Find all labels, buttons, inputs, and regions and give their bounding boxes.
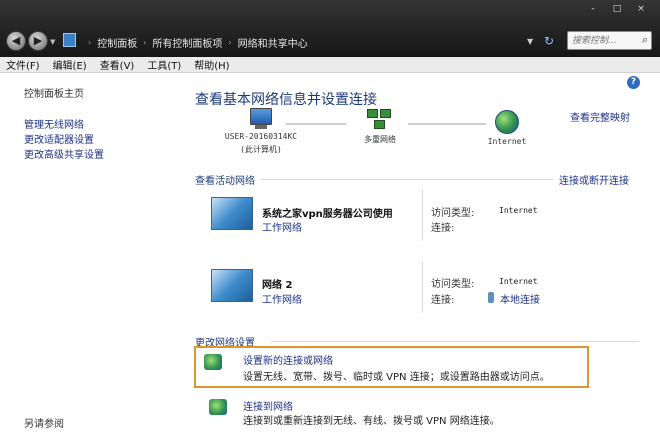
access-type-value: Internet xyxy=(499,206,538,215)
connection-label: 连接: xyxy=(431,223,455,234)
connect-network-link[interactable]: 连接到网络 xyxy=(243,398,293,413)
sidebar-advanced-sharing[interactable]: 更改高级共享设置 xyxy=(24,146,104,161)
sidebar: 控制面板主页 管理无线网络 更改适配器设置 更改高级共享设置 另请参阅 xyxy=(0,73,176,439)
close-button[interactable]: × xyxy=(630,2,652,16)
new-connection-desc: 设置无线、宽带、拨号、临时或 VPN 连接；或设置路由器或访问点。 xyxy=(243,372,550,383)
network-sharing-center-window: - □ × ◀ ▶ ▼ › 控制面板 › 所有控制面板项 › 网络和共享中心 ▼… xyxy=(0,0,660,439)
refresh-icon[interactable]: ↻ xyxy=(544,34,554,48)
network-type-link[interactable]: 工作网络 xyxy=(262,219,302,234)
computer-sub: (此计算机) xyxy=(240,145,282,154)
section-divider xyxy=(271,341,639,342)
search-input[interactable] xyxy=(572,34,634,47)
menu-file[interactable]: 文件(F) xyxy=(6,57,40,72)
maximize-button[interactable]: □ xyxy=(606,2,628,16)
computer-stand xyxy=(255,125,267,129)
sidebar-see-also: 另请参阅 xyxy=(24,419,64,430)
map-node-computer: USER-20160314KC (此计算机) xyxy=(216,108,306,155)
menu-tools[interactable]: 工具(T) xyxy=(147,57,181,72)
multiple-networks-icon xyxy=(367,109,393,131)
connect-network-icon xyxy=(209,399,227,415)
connection-label: 连接: xyxy=(431,295,455,306)
main-panel: ? 查看基本网络信息并设置连接 查看完整映射 USER-20160314KC (… xyxy=(176,73,660,439)
network-name: 系统之家vpn服务器公司使用 xyxy=(262,209,393,220)
address-dropdown-icon[interactable]: ▼ xyxy=(527,37,533,46)
map-connector xyxy=(408,123,486,125)
sidebar-manage-wireless[interactable]: 管理无线网络 xyxy=(24,116,84,131)
section-divider xyxy=(261,179,553,180)
minimize-button[interactable]: - xyxy=(582,2,604,16)
back-arrow-icon[interactable]: ◀ xyxy=(6,31,26,51)
breadcrumb-separator: › xyxy=(228,38,232,47)
access-type-label: 访问类型: xyxy=(431,279,475,290)
computer-icon xyxy=(250,108,272,125)
network-divider xyxy=(422,189,423,241)
network-name: 网络 2 xyxy=(262,280,293,291)
network-divider xyxy=(422,261,423,313)
network-bench-icon xyxy=(211,197,253,230)
connect-network-desc: 连接到或重新连接到无线、有线、拨号或 VPN 网络连接。 xyxy=(243,416,500,427)
view-full-map-link[interactable]: 查看完整映射 xyxy=(570,109,630,124)
forward-arrow-icon[interactable]: ▶ xyxy=(28,31,48,51)
new-connection-link[interactable]: 设置新的连接或网络 xyxy=(243,352,333,367)
control-panel-icon xyxy=(63,33,76,47)
sidebar-adapter-settings[interactable]: 更改适配器设置 xyxy=(24,131,94,146)
search-icon[interactable]: ⌕ xyxy=(642,33,648,47)
breadcrumb-separator: › xyxy=(88,38,92,47)
breadcrumb-network-center[interactable]: 网络和共享中心 xyxy=(238,35,308,50)
multiple-networks-label: 多重网络 xyxy=(364,135,396,144)
connect-disconnect-link[interactable]: 连接或断开连接 xyxy=(559,172,629,187)
network-type-link[interactable]: 工作网络 xyxy=(262,291,302,306)
window-controls: - □ × xyxy=(582,2,652,16)
local-connection-link[interactable]: 本地连接 xyxy=(500,291,540,306)
menu-edit[interactable]: 编辑(E) xyxy=(53,57,87,72)
internet-label: Internet xyxy=(487,137,527,146)
new-connection-task: 设置新的连接或网络 设置无线、宽带、拨号、临时或 VPN 连接；或设置路由器或访… xyxy=(194,346,589,388)
network-bench-icon xyxy=(211,269,253,302)
access-type-value: Internet xyxy=(499,277,538,286)
breadcrumb-control-panel[interactable]: 控制面板 xyxy=(97,35,137,50)
access-type-label: 访问类型: xyxy=(431,208,475,219)
menu-view[interactable]: 查看(V) xyxy=(100,57,135,72)
globe-icon xyxy=(495,110,519,134)
menu-bar: 文件(F) 编辑(E) 查看(V) 工具(T) 帮助(H) xyxy=(0,57,660,73)
new-connection-icon xyxy=(204,354,222,370)
help-icon[interactable]: ? xyxy=(627,76,640,89)
sidebar-home-link[interactable]: 控制面板主页 xyxy=(24,85,84,100)
breadcrumb-all-items[interactable]: 所有控制面板项 xyxy=(152,35,222,50)
breadcrumb: › 控制面板 › 所有控制面板项 › 网络和共享中心 xyxy=(82,35,308,50)
map-node-internet: Internet xyxy=(476,110,538,146)
history-dropdown-icon[interactable]: ▼ xyxy=(50,38,55,46)
title-bar: - □ × ◀ ▶ ▼ › 控制面板 › 所有控制面板项 › 网络和共享中心 ▼… xyxy=(0,0,660,57)
ethernet-icon xyxy=(488,292,494,303)
computer-name: USER-20160314KC xyxy=(224,132,298,141)
breadcrumb-separator: › xyxy=(143,38,147,47)
active-networks-heading: 查看活动网络 xyxy=(195,176,255,187)
map-node-multiple-networks: 多重网络 xyxy=(348,109,412,145)
menu-help[interactable]: 帮助(H) xyxy=(194,57,229,72)
search-box[interactable]: ⌕ xyxy=(567,31,652,50)
page-title: 查看基本网络信息并设置连接 xyxy=(195,92,377,108)
